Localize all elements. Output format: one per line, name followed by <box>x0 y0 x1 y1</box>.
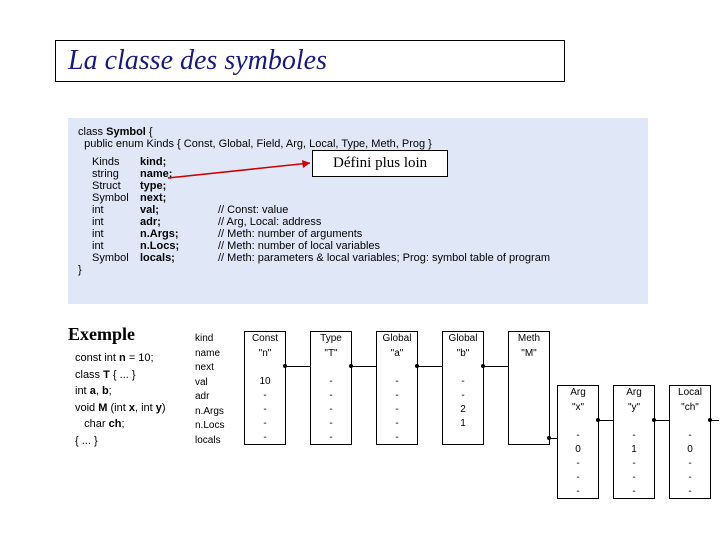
exemple-line: const int n = 10; <box>75 350 166 367</box>
slide-title: La classe des symboles <box>68 45 552 77</box>
link-line-icon <box>352 366 376 367</box>
link-line-icon <box>484 366 508 367</box>
exemple-line: { ... } <box>75 433 166 450</box>
slide-title-frame: La classe des symboles <box>55 40 565 82</box>
note-defini-plus-loin: Défini plus loin <box>312 150 448 177</box>
exemple-heading: Exemple <box>68 324 135 345</box>
class-header: class Symbol { <box>78 126 638 138</box>
field-row: intn.Args;// Meth: number of arguments <box>92 228 638 240</box>
link-line-icon <box>418 366 442 367</box>
field-row: intn.Locs;// Meth: number of local varia… <box>92 240 638 252</box>
field-row: Symbollocals;// Meth: parameters & local… <box>92 252 638 264</box>
class-name-symbol: Symbol <box>106 126 146 138</box>
symbol-node-global-b: Global "b" - - 2 1 <box>442 331 484 445</box>
field-row: Structtype; <box>92 180 638 192</box>
symbol-node-local-ch: Local "ch" - 0 - - - <box>669 385 711 499</box>
link-line-icon <box>550 438 558 439</box>
link-line-icon <box>599 420 613 421</box>
symbol-node-meth-m: Meth "M" <box>508 331 550 445</box>
exemple-line: int a, b; <box>75 383 166 400</box>
field-row: intval;// Const: value <box>92 204 638 216</box>
symbol-node-global-a: Global "a" - - - - - <box>376 331 418 445</box>
exemple-line: class T { ... } <box>75 367 166 384</box>
symbol-node-type-t: Type "T" - - - - - <box>310 331 352 445</box>
field-row: intadr;// Arg, Local: address <box>92 216 638 228</box>
field-row: Symbolnext; <box>92 192 638 204</box>
link-line-icon <box>711 420 719 421</box>
symbol-node-arg-y: Arg "y" - 1 - - - <box>613 385 655 499</box>
link-line-icon <box>286 366 310 367</box>
exemple-code-block: const int n = 10; class T { ... } int a,… <box>75 350 166 449</box>
class-declaration-box: class Symbol { public enum Kinds { Const… <box>68 118 648 304</box>
exemple-line: void M (int x, int y) <box>75 400 166 417</box>
symbol-node-const-n: Const "n" 10 - - - - <box>244 331 286 445</box>
enum-line: public enum Kinds { Const, Global, Field… <box>78 138 638 150</box>
class-footer: } <box>78 264 638 276</box>
symbol-field-labels: kind name next val adr n.Args n.Locs loc… <box>195 332 224 448</box>
symbol-node-arg-x: Arg "x" - 0 - - - <box>557 385 599 499</box>
link-line-icon <box>655 420 669 421</box>
exemple-line: char ch; <box>75 416 166 433</box>
